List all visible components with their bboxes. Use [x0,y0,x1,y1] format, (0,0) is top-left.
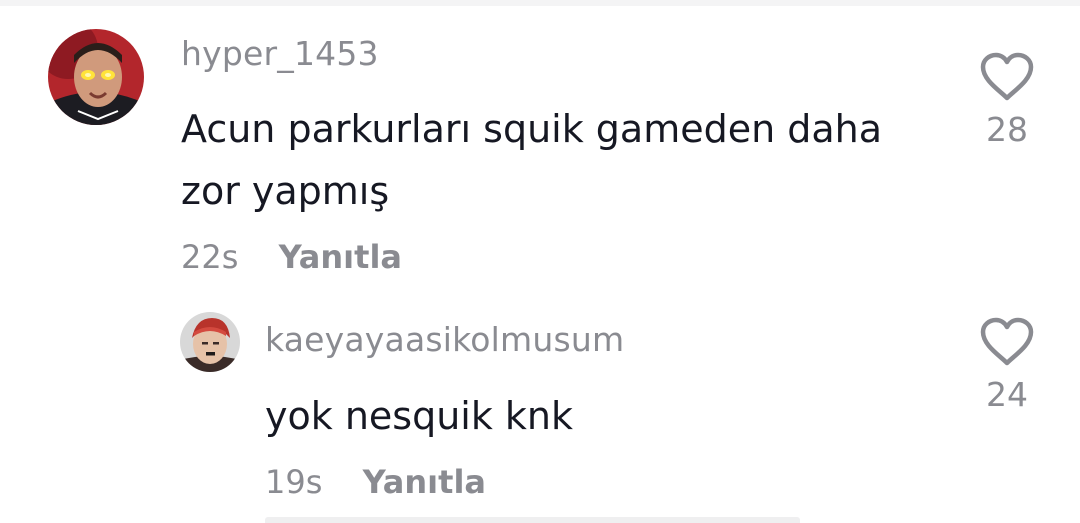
comment-text: Acun parkurları squik gameden daha zor y… [181,107,883,213]
comment-meta: 19s Yanıtla [265,463,486,501]
next-reply-edge [265,517,800,523]
comment-username[interactable]: hyper_1453 [181,34,379,73]
comment-time: 19s [265,463,323,501]
heart-icon[interactable] [979,317,1035,367]
like-count: 28 [986,110,1028,149]
like-control: 28 [972,52,1042,149]
like-count: 24 [986,375,1028,414]
user-avatar[interactable] [180,312,240,372]
avatar-image [180,312,240,372]
reply-button[interactable]: Yanıtla [363,463,486,501]
like-control: 24 [972,317,1042,414]
comment-item: hyper_1453 Acun parkurları squik gameden… [0,0,1080,300]
reply-comment-item: kaeyayaasikolmusum yok nesquik knk 19s Y… [0,300,1080,523]
avatar-image [48,29,144,125]
comment-time: 22s [181,238,239,276]
heart-icon[interactable] [979,52,1035,102]
comment-meta: 22s Yanıtla [181,238,402,276]
reply-button[interactable]: Yanıtla [279,238,402,276]
user-avatar[interactable] [48,29,144,125]
comment-text: yok nesquik knk [265,394,574,438]
comment-username[interactable]: kaeyayaasikolmusum [265,320,624,359]
